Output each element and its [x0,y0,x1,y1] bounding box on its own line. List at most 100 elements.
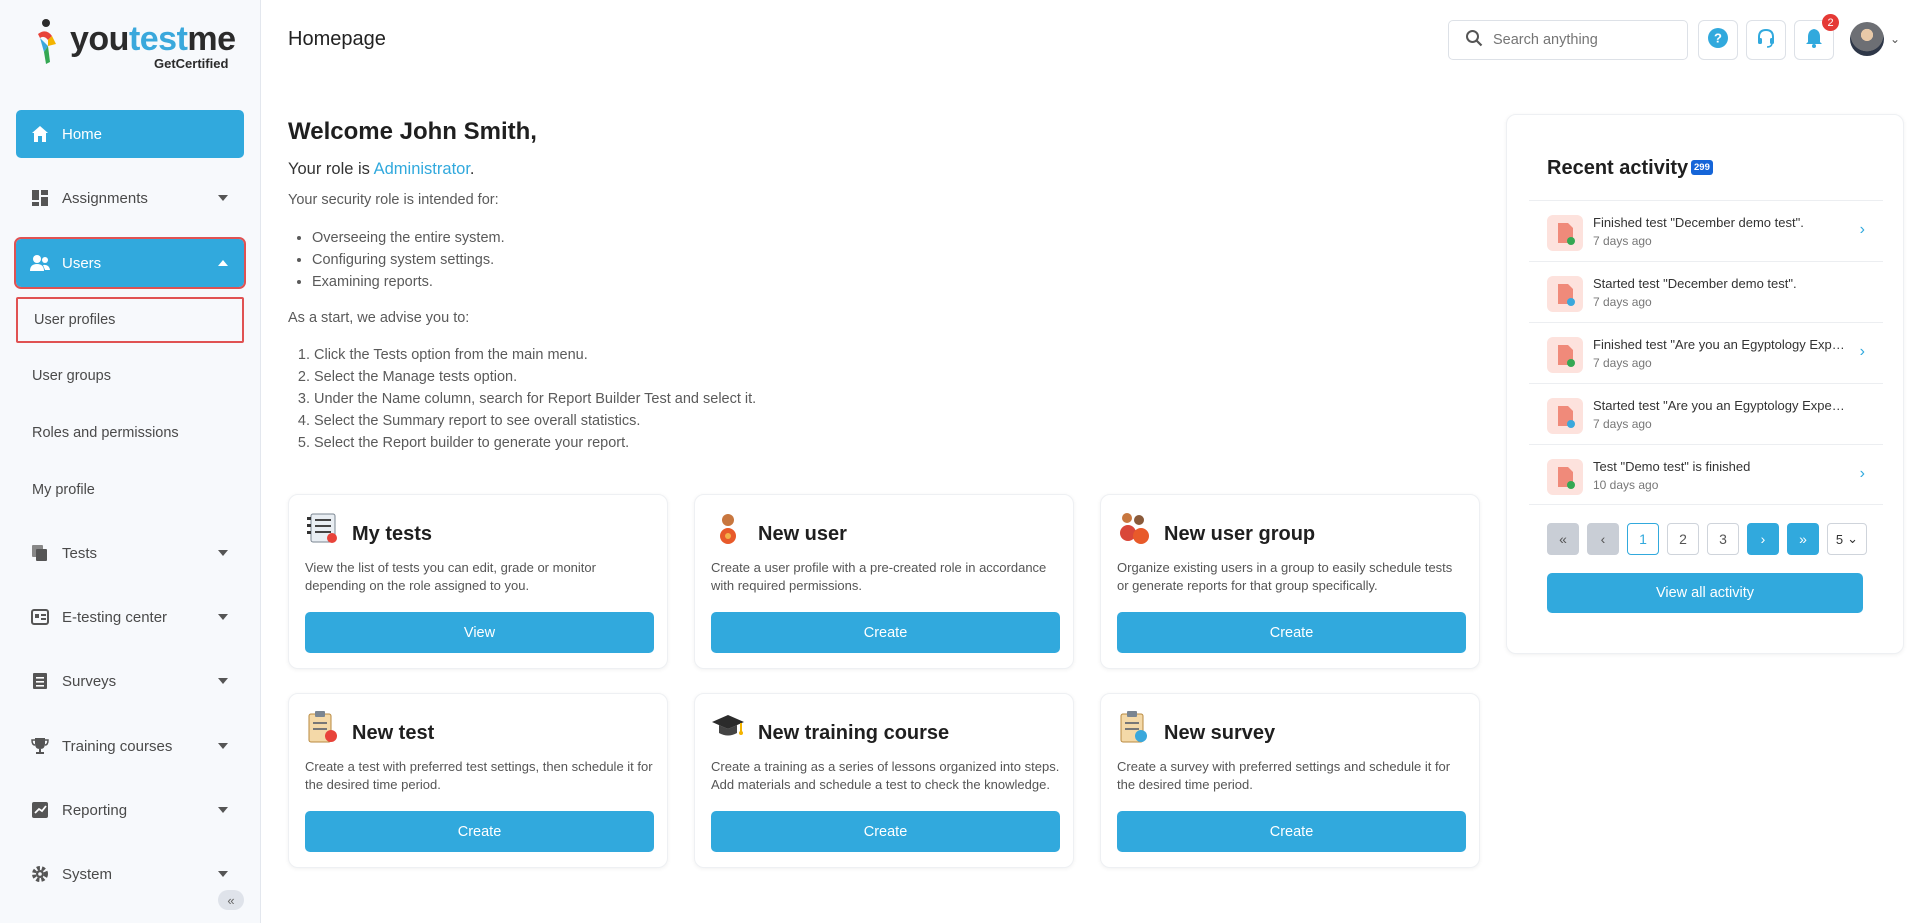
chevron-down-icon [218,743,228,749]
list-item: Select the Summary report to see overall… [314,410,756,432]
view-tests-button[interactable]: View [305,612,654,653]
notification-count-badge: 2 [1822,14,1839,31]
activity-row[interactable]: Started test "December demo test". 7 day… [1529,261,1883,322]
sidebar-subitem-user-groups[interactable]: User groups [16,353,244,399]
page-size-select[interactable]: 5 ⌄ [1827,523,1867,555]
svg-text:?: ? [1714,30,1722,45]
sidebar-item-label: Users [62,254,102,272]
test-started-icon [1547,276,1583,312]
sidebar-item-home[interactable]: Home [16,110,244,158]
sidebar-item-label: System [62,865,113,883]
next-page-icon[interactable]: › [1747,523,1779,555]
test-finished-icon [1547,459,1583,495]
search-input[interactable] [1493,32,1663,48]
sidebar-subitem-my-profile[interactable]: My profile [16,467,244,513]
chevron-right-icon[interactable]: › [1860,221,1865,239]
card-title: New test [352,722,435,744]
sidebar-item-e-testing-center[interactable]: E-testing center [16,593,244,641]
activity-time: 10 days ago [1593,478,1659,492]
chevron-down-icon [218,550,228,556]
create-training-course-button[interactable]: Create [711,811,1060,852]
activity-text: Finished test "Are you an Egyptology Exp… [1593,337,1848,352]
activity-row[interactable]: Test "Demo test" is finished 10 days ago… [1529,444,1883,505]
sidebar-subitem-user-profiles[interactable]: User profiles [16,297,244,343]
create-test-button[interactable]: Create [305,811,654,852]
graduation-cap-icon [711,710,745,744]
activity-text: Finished test "December demo test". [1593,215,1804,230]
help-button[interactable]: ? [1698,20,1738,60]
create-survey-button[interactable]: Create [1117,811,1466,852]
sidebar-item-label: Assignments [62,189,148,207]
sidebar-item-tests[interactable]: Tests [16,529,244,577]
chevron-down-icon [218,195,228,201]
sidebar-item-label: Home [62,125,103,143]
test-finished-icon [1547,215,1583,251]
avatar[interactable] [1850,22,1884,56]
sidebar-item-reporting[interactable]: Reporting [16,786,244,834]
sidebar: youtestme GetCertified Home Assignments … [0,0,261,923]
page-button-1[interactable]: 1 [1627,523,1659,555]
id-card-icon [30,607,50,627]
sidebar-item-surveys[interactable]: Surveys [16,657,244,705]
role-link[interactable]: Administrator [374,160,470,178]
card-description: View the list of tests you can edit, gra… [305,560,596,593]
sidebar-item-label: Training courses [62,737,173,755]
list-item: Select the Report builder to generate yo… [314,432,756,454]
sidebar-item-training-courses[interactable]: Training courses [16,722,244,770]
brand-wordmark: youtestme [70,20,236,58]
list-item: Examining reports. [312,271,505,293]
help-icon: ? [1707,27,1729,54]
sidebar-item-users[interactable]: Users [14,237,246,289]
copy-icon [30,543,50,563]
sidebar-item-label: Reporting [62,801,128,819]
card-description: Create a training as a series of lessons… [711,759,1060,792]
brand-logo[interactable]: youtestme GetCertified [34,18,236,72]
list-item: Select the Manage tests option. [314,366,756,388]
sidebar-subitem-roles-permissions[interactable]: Roles and permissions [16,410,244,456]
activity-row[interactable]: Finished test "December demo test". 7 da… [1529,200,1883,261]
page-button-2[interactable]: 2 [1667,523,1699,555]
chevron-up-icon [218,260,228,266]
recent-activity-title: Recent activity [1547,157,1689,179]
chevron-down-icon[interactable]: ⌄ [1890,32,1900,46]
role-line: Your role is Administrator. [288,160,475,178]
create-user-button[interactable]: Create [711,612,1060,653]
activity-row[interactable]: Started test "Are you an Egyptology Expe… [1529,383,1883,444]
chevron-down-icon [218,678,228,684]
chevron-right-icon[interactable]: › [1860,343,1865,361]
search-box[interactable] [1448,20,1688,60]
home-icon [30,124,50,144]
test-started-icon [1547,398,1583,434]
page-button-3[interactable]: 3 [1707,523,1739,555]
test-clipboard-icon [305,710,339,744]
sidebar-item-system[interactable]: System [16,850,244,898]
card-new-training-course: New training course Create a training as… [694,693,1074,868]
sidebar-item-assignments[interactable]: Assignments [16,174,244,222]
gear-icon [30,864,50,884]
activity-time: 7 days ago [1593,356,1652,370]
card-title: New user group [1164,523,1316,545]
card-description: Create a user profile with a pre-created… [711,560,1047,593]
chevron-down-icon [218,614,228,620]
notifications-button[interactable]: 2 [1794,14,1839,60]
create-user-group-button[interactable]: Create [1117,612,1466,653]
support-button[interactable] [1746,20,1786,60]
prev-page-icon[interactable]: ‹ [1587,523,1619,555]
view-all-activity-button[interactable]: View all activity [1547,573,1863,613]
activity-count-badge: 299 [1691,160,1713,175]
chevron-right-icon[interactable]: › [1860,465,1865,483]
card-description: Create a test with preferred test settin… [305,759,653,792]
last-page-icon[interactable]: » [1787,523,1819,555]
activity-row[interactable]: Finished test "Are you an Egyptology Exp… [1529,322,1883,383]
card-title: New user [758,523,847,545]
headset-icon [1755,27,1777,54]
list-item: Configuring system settings. [312,249,505,271]
collapse-sidebar-button[interactable]: « [218,890,244,910]
card-new-test: New test Create a test with preferred te… [288,693,668,868]
intended-text: Your security role is intended for: [288,192,499,208]
user-group-icon [1117,511,1151,545]
chart-icon [30,800,50,820]
card-title: New survey [1164,722,1276,744]
activity-text: Started test "Are you an Egyptology Expe… [1593,398,1848,413]
first-page-icon[interactable]: « [1547,523,1579,555]
